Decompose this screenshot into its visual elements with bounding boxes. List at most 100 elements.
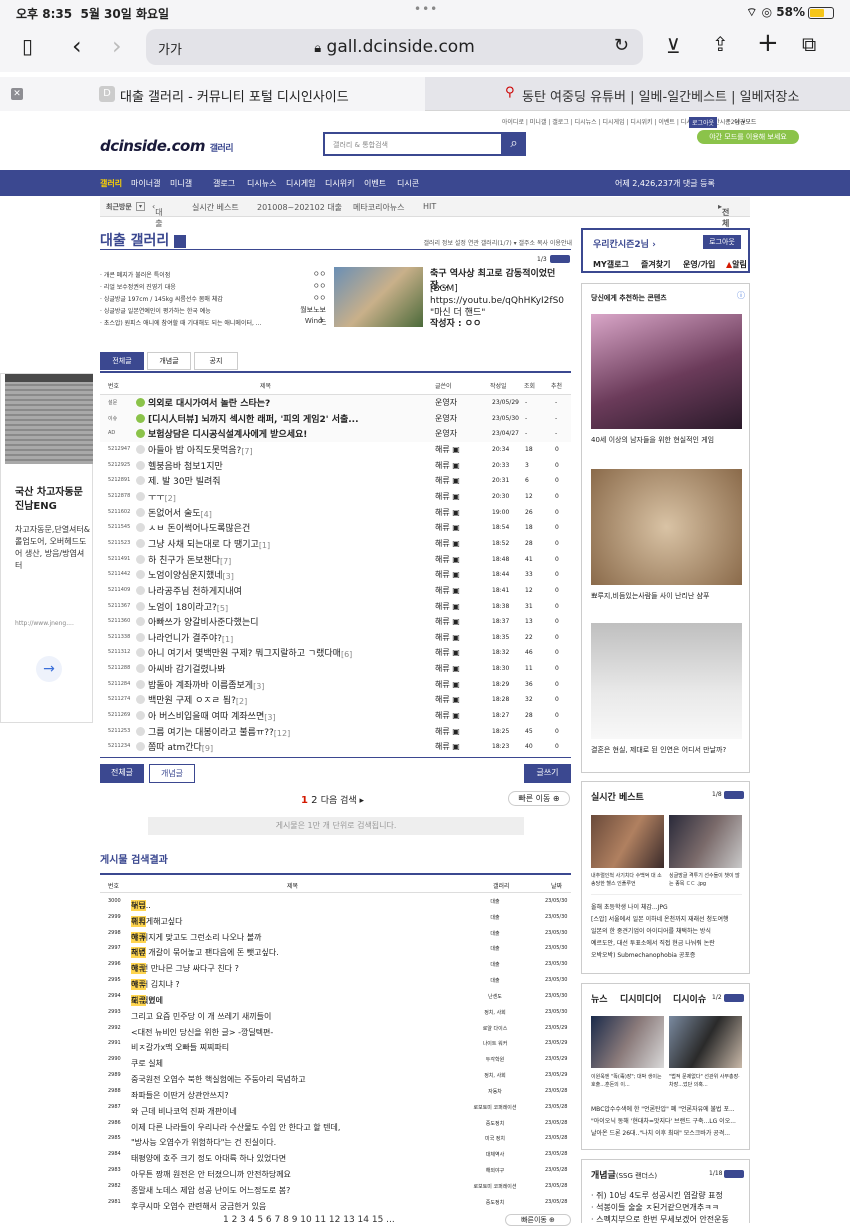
search-result-row[interactable]: 2996 해류 야 넌 만나믄 그냥 싸다구 친다 ? 대출 23/05/30	[100, 957, 571, 975]
post-author[interactable]: 해류 ▣	[435, 460, 460, 471]
best-list-item[interactable]: 올해 초등학생 나이 체감...JPG	[591, 902, 743, 911]
tab-concept[interactable]: 개념글	[147, 352, 191, 370]
news-list-item[interactable]: 날아온 드론 26대.."나치 이후 최대" 모스크바가 공격...	[591, 1128, 743, 1137]
admin-link[interactable]: 운영/가입	[683, 259, 715, 270]
post-title[interactable]: 아 버스비입을때 여따 계좌쓰면 [3]	[148, 709, 276, 722]
search-result-row[interactable]: 2995 해류 야 너 김치냐 ? 대출 23/05/30	[100, 973, 571, 991]
post-title[interactable]: 노엄이 18이라고? [5]	[148, 600, 228, 613]
search-quick-button[interactable]: 빠른이동 ⊕	[505, 1214, 571, 1226]
night-mode-tip[interactable]: 야간 모드를 이용해 보세요	[697, 130, 799, 144]
comment-count[interactable]: [1]	[259, 541, 270, 550]
post-author[interactable]: 해류 ▣	[435, 585, 460, 596]
post-title[interactable]: 나라언니가 결주야? [1]	[148, 631, 233, 644]
best-list-item[interactable]: 예르도안, 대선 투표소에서 직접 현금 나눠줘 논란	[591, 938, 743, 947]
result-gallery[interactable]: 해외야구	[460, 1167, 530, 1174]
comment-count[interactable]: [4]	[201, 510, 212, 519]
recent-all[interactable]: ▸ 전체	[718, 202, 729, 228]
result-gallery[interactable]: 정치, 사회	[460, 1009, 530, 1016]
my-gallog-link[interactable]: MY갤로그	[593, 259, 629, 270]
post-author[interactable]: 해류 ▣	[435, 522, 460, 533]
comment-count[interactable]: [9]	[202, 744, 213, 753]
search-result-row[interactable]: 2985 "방사능 오염수가 위험하다"는 건 진실이다. 미국 정치 23/05/2…	[100, 1131, 571, 1147]
nav-dccon[interactable]: 디시콘	[397, 178, 419, 189]
share-icon[interactable]: ⇪	[712, 32, 729, 56]
comment-count[interactable]: [3]	[223, 572, 234, 581]
table-row[interactable]: 5212947 아들아 밥 아직도못먹음? [7] 해류 ▣ 20:34 18 0	[100, 442, 571, 458]
news-tab-issue[interactable]: 디시이슈	[673, 992, 706, 1005]
info-icon[interactable]: ⓘ	[737, 290, 745, 301]
post-title[interactable]: 아니 여기서 몇백만원 구제? 뭐그지랄하고 ㄱ랬다매 [6]	[148, 646, 352, 659]
table-row[interactable]: 5211338 나라언니가 결주야? [1] 해류 ▣ 18:35 22 0	[100, 630, 571, 646]
tab-notice[interactable]: 공지	[194, 352, 238, 370]
nav-gallery[interactable]: 갤러리	[100, 178, 122, 189]
announcement-item[interactable]: · 초스압) 원피스 애니에 참여할 때 기대해도 되는 애니메이터, ...	[100, 318, 300, 327]
comment-count[interactable]: [3]	[253, 682, 264, 691]
result-gallery[interactable]: 두각학원	[460, 1056, 530, 1063]
post-title[interactable]: 밥돌아 계좌까바 이름좀보게 [3]	[148, 678, 264, 691]
search-pager[interactable]: 1 2 3 4 5 6 7 8 9 10 11 12 13 14 15 ...	[223, 1215, 395, 1225]
post-author[interactable]: 해류 ▣	[435, 601, 460, 612]
table-row[interactable]: 5211284 밥돌아 계좌까바 이름좀보게 [3] 해류 ▣ 18:29 36 0	[100, 677, 571, 693]
sidebar-logout-button[interactable]: 로그아웃	[703, 235, 741, 249]
post-title[interactable]: 헬붕음바 첨보1지만	[148, 459, 223, 472]
concept-posts-button[interactable]: 개념글	[149, 764, 195, 783]
post-author[interactable]: 해류 ▣	[435, 647, 460, 658]
logout-button[interactable]: 로그아웃	[689, 117, 718, 128]
concept-list-item[interactable]: · 스펙치부으로 한번 무세보겠어 안전운동	[591, 1214, 743, 1225]
result-gallery[interactable]: 로보토미 코퍼레이션	[460, 1104, 530, 1111]
alarm-link[interactable]: ▲알림	[726, 259, 747, 270]
search-result-row[interactable]: 2991 비ㅈ갈가x맥 오빠들 찌찌파티 나이트 워커 23/05/29	[100, 1036, 571, 1052]
site-logo[interactable]: dcinside.com 갤러리	[100, 137, 234, 155]
post-title[interactable]: 쫌따 atm간다 [9]	[148, 740, 213, 753]
best-image-2[interactable]	[669, 815, 742, 868]
search-result-row[interactable]: 2994 와 해변에 해류 도 있었네 난센도 23/05/30	[100, 989, 571, 1006]
concept-list-item[interactable]: · 석봉이들 술술 ㅈ된거같으면개추ㅋㅋ	[591, 1202, 743, 1213]
post-title[interactable]: 나라공주님 천하게지내여	[148, 584, 242, 597]
best-caption-1[interactable]: 내추럴인척 사기치다 수백억 대 소송당한 헬스 인플루언	[591, 872, 664, 888]
comment-count[interactable]: [3]	[264, 713, 275, 722]
username[interactable]: 우리칸시즌2님 ›	[593, 237, 656, 250]
news-image-2[interactable]	[669, 1016, 742, 1068]
post-author[interactable]: 해류 ▣	[435, 475, 460, 486]
rec-image-3[interactable]	[591, 623, 742, 739]
post-author[interactable]: 해류 ▣	[435, 538, 460, 549]
search-result-row[interactable]: 2983 아무튼 짱깨 원전은 안 터졌으니까 안전하당께요 해외야구 23/05/2…	[100, 1163, 571, 1179]
all-posts-button[interactable]: 전체글	[100, 764, 144, 783]
result-gallery[interactable]: 나이트 워커	[460, 1040, 530, 1047]
table-row[interactable]: 5212891 제. 발 30만 빌려줘 해류 ▣ 20:31 6 0	[100, 473, 571, 489]
best-list-item[interactable]: 일본의 한 중견기업이 아이디어를 채택하는 방식	[591, 926, 743, 935]
forward-icon[interactable]: ›	[112, 32, 122, 60]
table-row[interactable]: 5211491 하 친구가 돈보챈다 [7] 해류 ▣ 18:48 41 0	[100, 552, 571, 568]
back-icon[interactable]: ‹	[72, 32, 82, 60]
recent-item[interactable]: ‹ 대출	[152, 202, 163, 228]
rec-image-2[interactable]	[591, 469, 742, 585]
search-result-row[interactable]: 2998 해류 야 뒤지게 맞고도 그런소리 나오나 볼까 대출 23/05/30	[100, 926, 571, 943]
rec-image-1[interactable]	[591, 314, 742, 429]
post-author[interactable]: 해류 ▣	[435, 491, 460, 502]
announcement-item[interactable]: · 개콘 폐지가 불러온 특이점	[100, 270, 300, 279]
multitask-dots[interactable]: •••	[414, 2, 438, 16]
comment-count[interactable]: [2]	[236, 697, 247, 706]
write-button[interactable]: 글쓰기	[524, 764, 571, 783]
comment-count[interactable]: [1]	[222, 635, 233, 644]
result-gallery[interactable]: 로보토미 코퍼레이션	[460, 1183, 530, 1190]
arrow-right-icon[interactable]: →	[36, 656, 62, 682]
page-current[interactable]: 1	[301, 795, 308, 806]
news-caption-1[interactable]: 이원욱엔 "똑(毒)장"; 대박 생이는 호출...훈돈의 이...	[591, 1073, 664, 1089]
notice-row[interactable]: AD 보험상담은 디시공식설계사에게 받으세요! 운영자 23/04/27- -	[100, 426, 571, 442]
news-caption-2[interactable]: "법적 문제없다" 선관위 사무총장·차장...었단 의혹...	[669, 1073, 742, 1089]
concept-list-item[interactable]: · 쥐) 10닝 4도루 성공시킨 염갈량 표정	[591, 1190, 743, 1201]
post-title[interactable]: 그냥 사채 되는대로 다 땡기고 [1]	[148, 537, 270, 550]
recent-item[interactable]: 메타코리아뉴스	[353, 202, 405, 213]
post-author[interactable]: 해류 ▣	[435, 741, 460, 752]
best-list-item[interactable]: 오박오박) Submechanophobia 공포증	[591, 950, 743, 959]
post-author[interactable]: 운영자	[435, 428, 457, 439]
favorites-link[interactable]: 즐겨찾기	[641, 259, 670, 270]
announcement-item[interactable]: · 싱글방글 197cm / 145kg 씨름선수 몸매 체감	[100, 294, 300, 303]
table-row[interactable]: 5211288 아씨바 감기걸렸나봐 해류 ▣ 18:30 11 0	[100, 661, 571, 677]
result-gallery[interactable]: 중도정치	[460, 1199, 530, 1206]
plus-icon[interactable]: +	[757, 28, 779, 58]
comment-count[interactable]: [12]	[274, 729, 290, 738]
search-result-row[interactable]: 2981 후쿠시마 오염수 관련해서 궁금한거 있음 중도정치 23/05/28	[100, 1195, 571, 1211]
gallery-info-links[interactable]: 갤러리 정보 설정 연관 갤러리(1/7) ▾ 갤주소 복사 이용안내	[423, 238, 572, 247]
